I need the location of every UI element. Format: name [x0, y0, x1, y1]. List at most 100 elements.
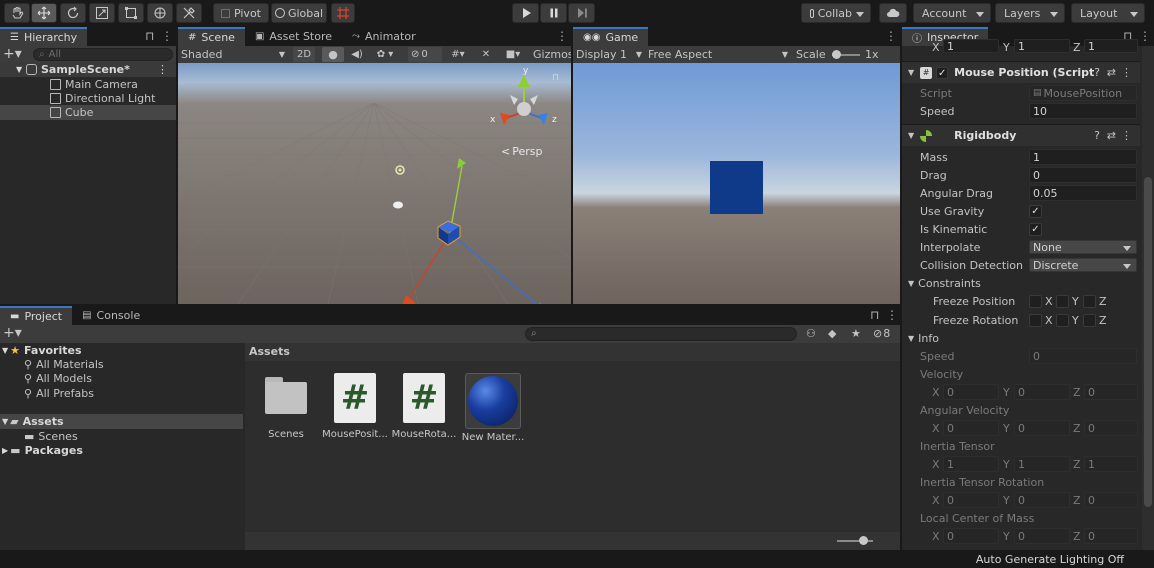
game-viewport[interactable] — [573, 63, 900, 304]
effects-dropdown-icon[interactable]: ✿ ▾ — [370, 47, 400, 62]
freeze-position-y-checkbox[interactable] — [1056, 295, 1069, 308]
global-toggle[interactable]: Global — [271, 3, 327, 23]
tab-animator[interactable]: ⤳ Animator — [342, 27, 426, 46]
tab-project[interactable]: ▬ Project — [0, 306, 73, 325]
scale-tool-icon[interactable] — [89, 3, 115, 23]
pivot-toggle[interactable]: Pivot — [213, 3, 269, 23]
perspective-toggle[interactable]: < Persp — [501, 145, 542, 158]
lock-icon[interactable]: ⊓ — [145, 30, 154, 42]
play-button[interactable] — [512, 3, 539, 23]
preset-icon[interactable]: ⇄ — [1107, 129, 1116, 142]
rigidbody-header[interactable]: ▼ Rigidbody ? ⇄ ⋮ — [902, 124, 1140, 146]
favorite-item[interactable]: ⚲ All Materials — [0, 357, 243, 372]
tab-scene[interactable]: # Scene — [178, 27, 245, 46]
tab-asset-store[interactable]: ▣ Asset Store — [245, 27, 342, 46]
freeze-position-x-checkbox[interactable] — [1029, 295, 1042, 308]
add-icon[interactable]: +▾ — [3, 46, 22, 62]
constraints-foldout[interactable]: ▼ Constraints — [908, 275, 981, 291]
favorites-item[interactable]: ▼ ★ Favorites — [0, 343, 243, 358]
scale-y-field[interactable]: 1 — [1014, 39, 1070, 53]
favorite-item[interactable]: ⚲ All Models — [0, 371, 243, 386]
assets-folder-item[interactable]: ▼ ▰ Assets — [0, 414, 243, 429]
is-kinematic-checkbox[interactable]: ✓ — [1029, 223, 1042, 236]
scenes-folder-item[interactable]: ▬ Scenes — [0, 429, 243, 444]
kebab-menu-icon[interactable]: ⋮ — [161, 30, 173, 42]
status-text[interactable]: Auto Generate Lighting Off — [976, 553, 1124, 566]
audio-toggle-icon[interactable]: ◀) — [346, 47, 368, 62]
angular-drag-field[interactable]: 0.05 — [1029, 185, 1137, 201]
hand-tool-icon[interactable] — [4, 3, 30, 23]
cloud-icon[interactable] — [879, 3, 907, 23]
grid-dropdown-icon[interactable]: #▾ — [443, 47, 473, 62]
expand-arrow-icon[interactable]: ▼ — [2, 417, 8, 426]
interpolate-dropdown[interactable]: None — [1029, 240, 1137, 254]
tab-hierarchy[interactable]: ☰ Hierarchy — [0, 27, 88, 46]
scrollbar-thumb[interactable] — [1144, 177, 1152, 507]
collision-detection-dropdown[interactable]: Discrete — [1029, 258, 1137, 272]
custom-tool-icon[interactable] — [176, 3, 202, 23]
project-search-input[interactable]: ⌕ — [525, 327, 797, 341]
layers-dropdown[interactable]: Layers — [995, 3, 1065, 23]
expand-arrow-icon[interactable]: ▼ — [16, 65, 22, 74]
freeze-rotation-z-checkbox[interactable] — [1083, 314, 1096, 327]
freeze-rotation-y-checkbox[interactable] — [1056, 314, 1069, 327]
hierarchy-item[interactable]: Main Camera — [0, 77, 176, 92]
kebab-menu-icon[interactable]: ⋮ — [1139, 30, 1151, 42]
camera-dropdown-icon[interactable]: ■▾ — [498, 47, 528, 62]
info-foldout[interactable]: ▼ Info — [908, 330, 939, 346]
expand-arrow-icon[interactable]: ▼ — [908, 131, 914, 140]
layout-dropdown[interactable]: Layout — [1071, 3, 1145, 23]
asset-item[interactable]: New Mater... — [458, 373, 528, 443]
favorite-item[interactable]: ⚲ All Prefabs — [0, 386, 243, 401]
scale-slider-thumb[interactable] — [832, 50, 841, 59]
help-icon[interactable]: ? — [1094, 66, 1100, 79]
expand-arrow-icon[interactable]: ▼ — [2, 346, 8, 355]
asset-item[interactable]: # MousePosit... — [320, 373, 390, 440]
move-tool-icon[interactable] — [31, 3, 57, 23]
kebab-menu-icon[interactable]: ⋮ — [556, 30, 568, 42]
freeze-position-z-checkbox[interactable] — [1083, 295, 1096, 308]
hidden-packages-toggle[interactable]: ⊘ 8 — [873, 327, 890, 340]
gizmo-lock-icon[interactable]: ⊓ — [552, 73, 559, 83]
asset-item[interactable]: # MouseRota... — [389, 373, 459, 440]
filter-label-icon[interactable]: ◆ — [828, 327, 836, 340]
freeze-rotation-x-checkbox[interactable] — [1029, 314, 1042, 327]
lock-icon[interactable]: ⊓ — [870, 309, 879, 321]
kebab-menu-icon[interactable]: ⋮ — [886, 309, 898, 321]
pause-button[interactable] — [540, 3, 567, 23]
hidden-objects-toggle[interactable]: ⊘ 0 — [408, 47, 442, 62]
rotate-tool-icon[interactable] — [60, 3, 86, 23]
hierarchy-search-input[interactable]: ⌕ All — [33, 48, 173, 61]
2d-toggle[interactable]: 2D — [293, 47, 315, 62]
collapse-arrow-icon[interactable]: ▶ — [2, 446, 8, 455]
breadcrumb[interactable]: Assets — [245, 343, 900, 361]
drag-field[interactable]: 0 — [1029, 167, 1137, 183]
component-kebab-icon[interactable]: ⋮ — [1121, 129, 1132, 142]
hierarchy-item[interactable]: Directional Light — [0, 91, 176, 106]
use-gravity-checkbox[interactable]: ✓ — [1029, 205, 1042, 218]
help-icon[interactable]: ? — [1094, 129, 1100, 142]
collab-dropdown[interactable]: Collab — [801, 3, 871, 23]
shading-dropdown[interactable]: Shaded ▼ — [181, 46, 289, 63]
favorite-star-icon[interactable]: ★ — [851, 327, 861, 340]
account-dropdown[interactable]: Account — [913, 3, 991, 23]
grid-snap-icon[interactable] — [331, 3, 355, 23]
lighting-toggle-icon[interactable]: ● — [322, 47, 344, 62]
scene-kebab-icon[interactable]: ⋮ — [157, 63, 168, 76]
tools-icon[interactable]: ✕ — [478, 47, 494, 62]
scale-z-field[interactable]: 1 — [1084, 39, 1138, 53]
step-button[interactable] — [568, 3, 595, 23]
scene-row[interactable]: ▼ SampleScene* ⋮ — [0, 62, 176, 77]
aspect-dropdown[interactable]: Free Aspect ▼ — [648, 46, 788, 63]
component-kebab-icon[interactable]: ⋮ — [1121, 66, 1132, 79]
mouse-position-header[interactable]: ▼ # ✓ Mouse Position (Script ? ⇄ ⋮ — [902, 61, 1140, 83]
asset-item[interactable]: Scenes — [251, 373, 321, 440]
gizmos-dropdown[interactable]: Gizmos — [533, 46, 571, 63]
expand-arrow-icon[interactable]: ▼ — [908, 68, 914, 77]
add-icon[interactable]: +▾ — [3, 325, 22, 341]
mass-field[interactable]: 1 — [1029, 149, 1137, 165]
scale-x-field[interactable]: 1 — [943, 39, 999, 53]
scene-viewport[interactable]: y x z ⊓ < Persp — [178, 63, 571, 304]
icon-size-slider-thumb[interactable] — [859, 536, 868, 545]
hierarchy-item-selected[interactable]: Cube — [0, 105, 176, 120]
